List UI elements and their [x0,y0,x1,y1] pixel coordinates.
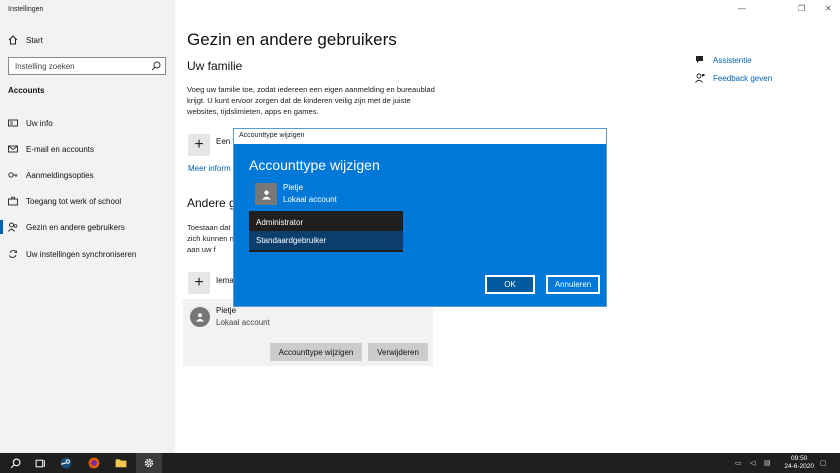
plus-icon: + [194,136,204,153]
sync-icon [9,250,17,258]
firefox-icon[interactable] [87,456,101,470]
user-type: Lokaal account [216,318,270,327]
cancel-button[interactable]: Annuleren [546,275,600,294]
task-view-icon[interactable] [33,456,47,470]
user-name: Pietje [216,306,237,315]
dialog-user-name: Pietje [283,183,304,192]
section-title: Accounts [8,86,45,95]
minimize-button[interactable]: — [738,4,746,13]
sidebar-item-werk-school[interactable]: Toegang tot werk of school [0,191,175,211]
sidebar: Instellingen Start Instelling zoeken Acc… [0,0,175,453]
user-card[interactable]: Pietje Lokaal account Accounttype wijzig… [183,299,433,366]
sidebar-item-label: E-mail en accounts [26,144,95,154]
feedback-link[interactable]: Feedback geven [695,73,772,83]
account-type-dialog: Accounttype wijzigen Accounttype wijzige… [233,128,607,307]
keyboard-icon[interactable]: ▤ [764,459,771,467]
add-other-user-button[interactable]: + [188,272,210,294]
person-icon [261,189,271,199]
search-icon[interactable] [8,456,22,470]
network-icon[interactable]: ▭ [735,459,742,467]
plus-icon: + [194,274,204,291]
chat-icon [696,56,703,63]
clock-date: 24-6-2020 [784,463,814,470]
sidebar-item-label: Uw instellingen synchroniseren [26,249,137,259]
mail-icon [8,145,18,153]
maximize-button[interactable]: ❐ [798,4,805,13]
feedback-label: Feedback geven [713,73,773,83]
steam-icon[interactable] [59,456,73,470]
dialog-avatar [255,183,277,205]
home-nav[interactable]: Start [8,35,43,45]
avatar [190,307,210,327]
dialog-user-type: Lokaal account [283,195,337,204]
close-button[interactable]: ✕ [825,4,832,13]
window-title: Instellingen [8,6,44,13]
taskbar: ▭ ◁ ▤ 09:50 24-6-2020 ▢ [0,453,840,473]
search-icon[interactable] [151,61,161,71]
sidebar-item-sync[interactable]: Uw instellingen synchroniseren [0,244,175,264]
page-title: Gezin en andere gebruikers [187,30,397,49]
sidebar-item-label: Gezin en andere gebruikers [26,222,125,232]
change-account-type-button[interactable]: Accounttype wijzigen [270,343,362,361]
sidebar-item-label: Toegang tot werk of school [26,196,122,206]
sidebar-item-label: Uw info [26,118,53,128]
clock-time: 09:50 [791,455,808,462]
family-text: Voeg uw familie toe, zodat iedereen een … [187,85,435,116]
ok-button[interactable]: OK [485,275,535,294]
add-family-button[interactable]: + [188,134,210,156]
sidebar-item-aanmeldingsopties[interactable]: Aanmeldingsopties [0,165,175,185]
sidebar-item-label: Aanmeldingsopties [26,170,94,180]
feedback-icon [695,73,705,83]
volume-icon[interactable]: ◁ [750,459,755,467]
notifications-icon[interactable]: ▢ [820,459,827,467]
family-heading: Uw familie [187,59,243,73]
dialog-titlebar: Accounttype wijzigen [234,129,606,144]
gear-icon[interactable] [142,456,156,470]
key-icon [8,172,18,178]
people-icon [8,222,18,232]
assist-label: Assistentie [713,55,752,65]
file-explorer-icon[interactable] [114,456,128,470]
remove-button[interactable]: Verwijderen [368,343,428,361]
sidebar-item-email[interactable]: E-mail en accounts [0,139,175,159]
sidebar-item-uw-info[interactable]: Uw info [0,113,175,133]
assist-link[interactable]: Assistentie [695,55,752,65]
search-input[interactable]: Instelling zoeken [8,57,166,75]
option-administrator[interactable]: Administrator [249,213,403,232]
clock[interactable]: 09:50 24-6-2020 [784,455,814,471]
home-icon [8,35,18,45]
home-label: Start [26,35,43,45]
user-card-icon [8,119,18,127]
add-family-label: Een f [216,137,235,146]
person-icon [196,313,204,322]
account-type-dropdown[interactable]: Administrator Standaardgebruiker [249,211,403,252]
briefcase-icon [8,196,18,206]
add-other-user-label: Iema [216,276,234,285]
search-placeholder: Instelling zoeken [15,62,75,71]
dialog-heading: Accounttype wijzigen [249,157,380,173]
more-info-link[interactable]: Meer inform [188,164,231,173]
option-standaardgebruiker[interactable]: Standaardgebruiker [249,231,403,250]
sidebar-item-gezin[interactable]: Gezin en andere gebruikers [0,217,175,237]
